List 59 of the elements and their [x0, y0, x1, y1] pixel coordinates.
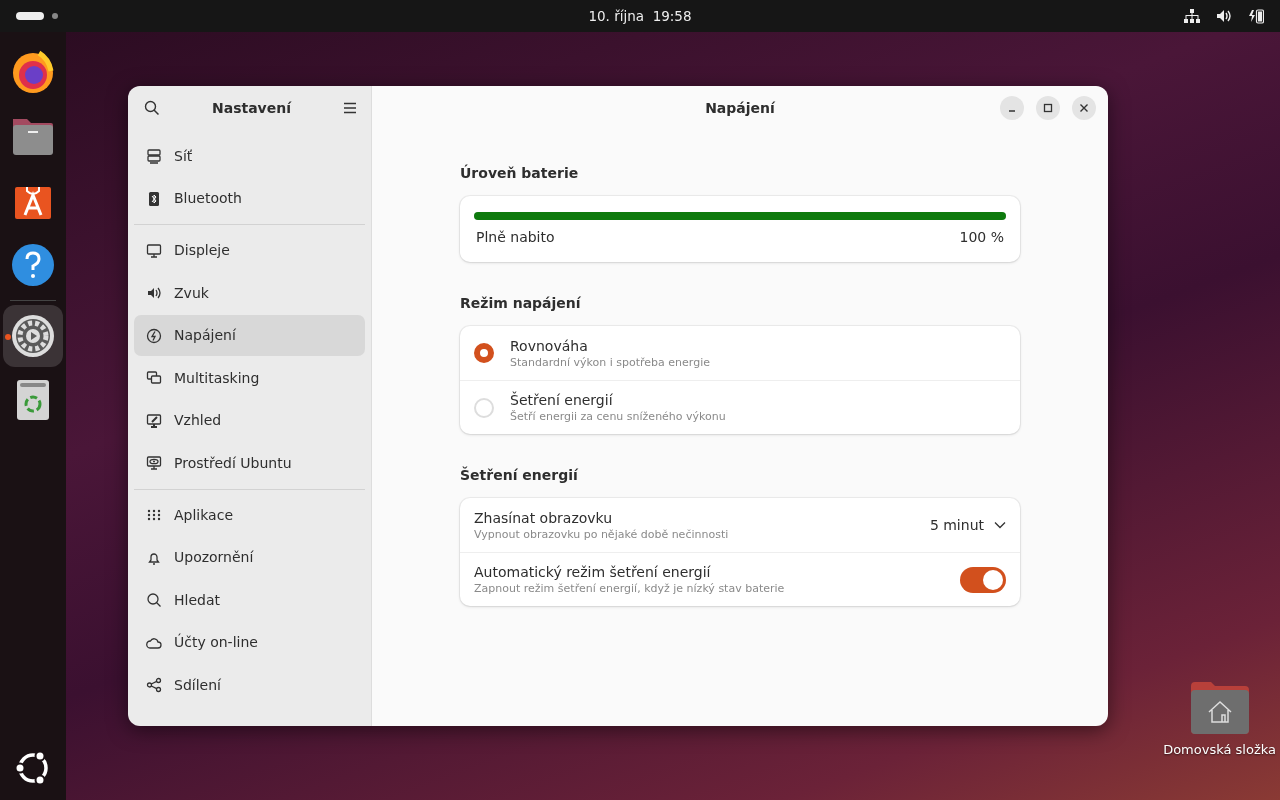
setting-description: Vypnout obrazovku po nějaké době nečinnosti — [474, 526, 729, 542]
sidebar-item[interactable]: Sdílení — [134, 664, 365, 706]
battery-percentage: 100 % — [959, 228, 1004, 246]
option-description: Standardní výkon i spotřeba energie — [510, 354, 710, 370]
sidebar-title: Nastavení — [212, 98, 291, 118]
search-icon — [146, 592, 162, 608]
dropdown[interactable]: 5 minut — [929, 510, 1006, 540]
section-heading: Šetření energií — [460, 465, 579, 485]
option-description: Šetří energii za cenu sníženého výkonu — [510, 409, 726, 424]
page-title: Napájení — [705, 99, 775, 118]
toggle-switch[interactable] — [960, 566, 1006, 593]
battery-icon[interactable] — [1248, 8, 1264, 24]
maximize-button[interactable] — [1036, 96, 1060, 120]
volume-icon[interactable] — [1216, 9, 1232, 23]
sidebar-item[interactable]: Displeje — [134, 230, 365, 271]
close-icon — [1079, 103, 1089, 113]
sidebar-item[interactable]: Hledat — [134, 579, 365, 621]
clock[interactable]: 10. října 19:58 — [588, 8, 692, 24]
bluetooth-icon — [146, 190, 162, 207]
option-title: Rovnováha — [510, 336, 589, 355]
monitor-icon — [146, 242, 162, 259]
maximize-icon — [1043, 103, 1053, 113]
chevron-down-icon — [994, 521, 1006, 529]
eye-monitor-icon — [146, 455, 162, 471]
setting-title: Automatický režim šetření energií — [474, 563, 712, 581]
speaker-icon — [146, 285, 162, 301]
battery-status: Plně nabito — [476, 228, 555, 246]
minimize-icon — [1008, 110, 1016, 112]
radio-button[interactable] — [474, 343, 494, 363]
server-icon — [146, 148, 162, 164]
share-icon — [146, 677, 162, 693]
section-heading: Úroveň baterie — [460, 163, 580, 183]
grid-icon — [146, 507, 162, 523]
desktop-icon-label[interactable]: Domovská složka — [1163, 740, 1276, 760]
sidebar-item[interactable]: Zvuk — [134, 272, 365, 314]
workspace-indicator[interactable] — [52, 13, 58, 19]
windows-icon — [146, 370, 162, 386]
section-heading: Režim napájení — [460, 294, 582, 313]
sidebar-item[interactable]: Vzhled — [134, 400, 365, 441]
gear-icon[interactable] — [3, 305, 63, 367]
sidebar-item[interactable]: Aplikace — [134, 494, 365, 536]
workspace-indicator[interactable] — [16, 12, 44, 20]
sidebar-item[interactable]: Multitasking — [134, 357, 365, 399]
sidebar-item[interactable]: Upozornění — [134, 537, 365, 578]
sidebar-item[interactable]: Napájení — [134, 315, 365, 356]
setting-title: Zhasínat obrazovku — [474, 508, 614, 527]
sidebar-item[interactable]: Bluetooth — [134, 178, 365, 219]
menu-icon[interactable] — [341, 100, 359, 116]
option-title: Šetření energií — [510, 391, 614, 409]
sidebar-item[interactable]: Prostředí Ubuntu — [134, 442, 365, 484]
brush-monitor-icon — [146, 412, 162, 429]
search-icon[interactable] — [142, 98, 162, 118]
setting-description: Zapnout režim šetření energií, když je nízký stav baterie — [474, 581, 785, 596]
sidebar-item[interactable]: Síť — [134, 135, 365, 177]
close-button[interactable] — [1072, 96, 1096, 120]
lightning-icon — [146, 327, 162, 344]
sidebar-item[interactable]: Účty on-line — [134, 622, 365, 663]
network-icon[interactable] — [1184, 9, 1200, 23]
home-folder-icon[interactable] — [1190, 682, 1249, 734]
